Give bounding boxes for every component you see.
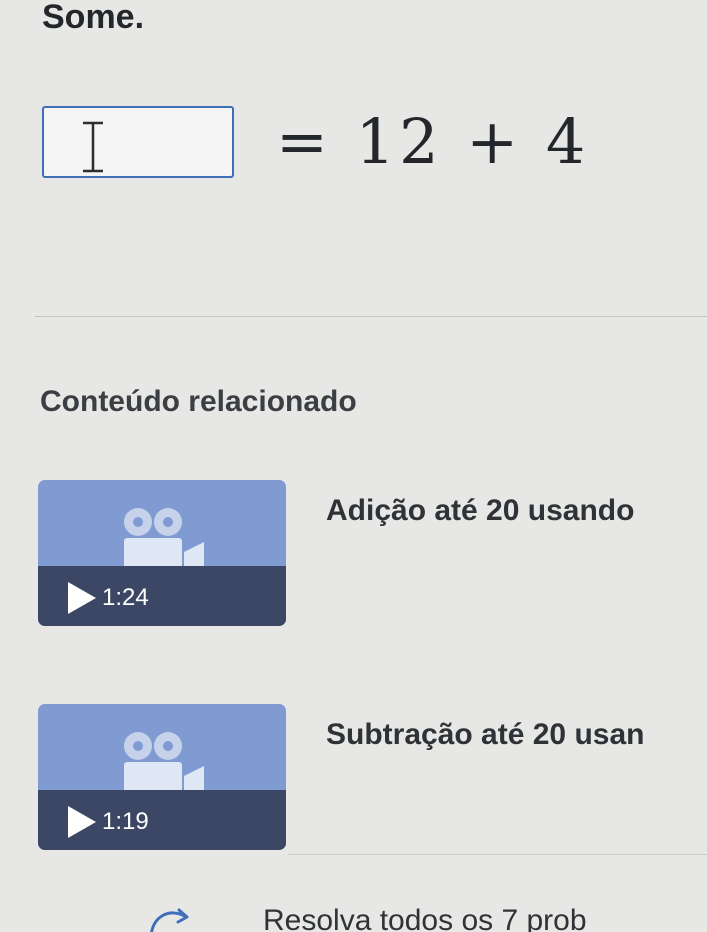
related-video-item[interactable]: 1:19 Subtração até 20 usan (38, 704, 707, 855)
related-video-item[interactable]: 1:24 Adição até 20 usando (38, 480, 707, 630)
text-cursor-icon (83, 121, 103, 173)
equation: = 12 + 4 (42, 102, 589, 182)
video-duration: 1:19 (102, 808, 149, 835)
play-icon[interactable] (64, 802, 100, 842)
play-icon[interactable] (64, 578, 100, 618)
video-title-link[interactable]: Adição até 20 usando (326, 494, 634, 528)
video-title-link[interactable]: Subtração até 20 usan (326, 718, 644, 752)
video-duration: 1:24 (102, 584, 149, 611)
section-divider (35, 316, 707, 317)
item-divider (288, 854, 707, 855)
refresh-icon (150, 908, 189, 932)
answer-input[interactable] (42, 106, 234, 178)
exercise-page: Some. = 12 + 4 Conteúdo relacionado 1:24… (0, 0, 707, 932)
video-thumbnail[interactable]: 1:19 (38, 704, 286, 850)
related-content-heading: Conteúdo relacionado (40, 385, 357, 418)
task-text: Resolva todos os 7 prob (263, 904, 587, 932)
video-thumbnail[interactable]: 1:24 (38, 480, 286, 626)
equation-expression: = 12 + 4 (276, 105, 590, 178)
exercise-instruction: Some. (42, 0, 145, 36)
